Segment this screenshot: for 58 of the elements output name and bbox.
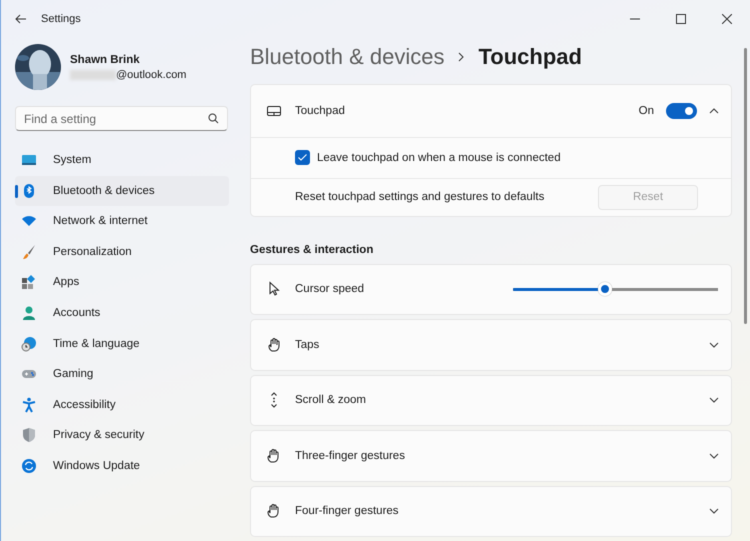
setting-label: Scroll & zoom: [295, 394, 366, 406]
setting-label: Three-finger gestures: [295, 450, 405, 462]
chevron-up-icon[interactable]: [709, 108, 719, 114]
bluetooth-icon: [21, 182, 37, 199]
checkbox-label: Leave touchpad on when a mouse is connected: [317, 152, 561, 164]
setting-label: Cursor speed: [295, 283, 364, 296]
chevron-down-icon[interactable]: [709, 452, 719, 459]
accessibility-icon: [21, 396, 37, 413]
chevron-right-icon: [458, 52, 464, 62]
nav-item[interactable]: Time & language: [15, 328, 229, 359]
setting-card[interactable]: Three-finger gestures: [250, 430, 732, 482]
person-icon: [21, 304, 37, 321]
nav-item[interactable]: Gaming: [15, 359, 229, 390]
account-email: @outlook.com: [116, 68, 186, 80]
maximize-icon[interactable]: [676, 14, 686, 24]
back-arrow-icon[interactable]: [15, 14, 27, 24]
setting-card[interactable]: Scroll & zoom: [250, 374, 732, 426]
nav-item[interactable]: System: [15, 145, 229, 175]
search-field[interactable]: Find a setting: [15, 106, 228, 131]
section-title: Gestures & interaction: [250, 244, 374, 256]
shield-icon: [21, 427, 37, 444]
nav-item[interactable]: Windows Update: [15, 450, 229, 481]
apps-icon: [21, 274, 37, 290]
nav-item[interactable]: Privacy & security: [15, 420, 229, 450]
nav-item[interactable]: Personalization: [15, 236, 229, 267]
page-title: Touchpad: [478, 44, 582, 70]
brush-icon: [21, 244, 37, 260]
nav-item[interactable]: Accounts: [15, 298, 229, 328]
hand-icon: [266, 336, 282, 353]
redaction-bar: [70, 70, 116, 80]
check-icon: [298, 154, 307, 162]
search-icon: [208, 113, 219, 124]
close-icon[interactable]: [722, 14, 732, 24]
breadcrumb-link[interactable]: Bluetooth & devices: [250, 44, 444, 70]
setting-card[interactable]: Taps: [250, 319, 732, 371]
nav-item[interactable]: Accessibility: [15, 390, 229, 420]
sync-icon: [21, 458, 37, 474]
setting-label: Touchpad: [295, 104, 345, 117]
chevron-down-icon[interactable]: [709, 508, 719, 514]
chevron-down-icon[interactable]: [709, 342, 719, 348]
checkbox[interactable]: [295, 150, 310, 166]
toggle-state-text: On: [638, 104, 654, 117]
nav-item[interactable]: Bluetooth & devices: [15, 176, 229, 206]
window-title: Settings: [41, 13, 81, 25]
nav-item[interactable]: Network & internet: [15, 206, 229, 236]
setting-label: Four-finger gestures: [295, 505, 399, 518]
setting-card[interactable]: Four-finger gestures: [250, 486, 732, 538]
minimize-icon[interactable]: [630, 18, 640, 20]
slider-thumb[interactable]: [598, 282, 612, 296]
toggle-switch[interactable]: [666, 102, 697, 119]
setting-card[interactable]: Cursor speed: [250, 264, 732, 316]
monitor-icon: [21, 152, 37, 168]
setting-label: Reset touchpad settings and gestures to defaults: [295, 191, 544, 204]
setting-label: Taps: [295, 338, 320, 351]
account-name: Shawn Brink: [70, 54, 141, 66]
chevron-down-icon[interactable]: [709, 397, 719, 404]
globe-clock-icon: [21, 336, 37, 352]
nav-item[interactable]: Apps: [15, 267, 229, 298]
